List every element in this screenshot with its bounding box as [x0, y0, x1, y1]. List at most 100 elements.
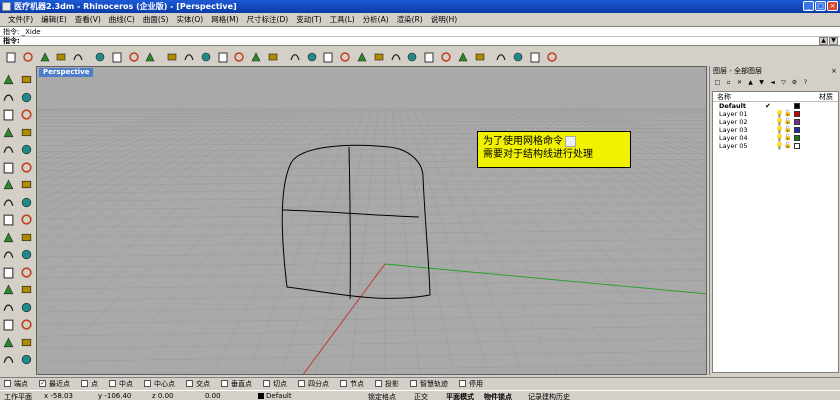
- menu-render[interactable]: 渲染(R): [393, 14, 427, 25]
- point-icon[interactable]: [18, 71, 35, 88]
- layer-visible-bulb-icon[interactable]: 💡: [775, 126, 784, 134]
- osnap-checkbox[interactable]: ✓: [39, 380, 46, 387]
- rectangle-icon[interactable]: [18, 124, 35, 141]
- maximize-button[interactable]: □: [815, 1, 826, 11]
- polygon-icon[interactable]: [0, 141, 17, 158]
- show-icon[interactable]: [337, 49, 353, 65]
- save-icon[interactable]: [37, 49, 53, 65]
- polyline-icon[interactable]: [0, 89, 17, 106]
- viewport-scene[interactable]: [37, 67, 707, 375]
- osnap-checkbox[interactable]: [144, 380, 151, 387]
- layer-lock-icon[interactable]: 🔓: [784, 126, 791, 134]
- status-ortho-toggle[interactable]: 正交: [414, 392, 428, 400]
- array-icon[interactable]: [18, 281, 35, 298]
- osnap-checkbox[interactable]: [4, 380, 11, 387]
- column-material[interactable]: 材质: [819, 92, 833, 102]
- layer-lock-icon[interactable]: 🔓: [784, 118, 791, 126]
- text-icon[interactable]: [0, 316, 17, 333]
- fillet-curve-icon[interactable]: [18, 141, 35, 158]
- layer-lock-icon[interactable]: 🔓: [784, 110, 791, 118]
- shade-icon[interactable]: [438, 49, 454, 65]
- osnap-option[interactable]: 停用: [459, 379, 483, 389]
- curve-icon[interactable]: [18, 89, 35, 106]
- rotate-3d-icon[interactable]: [18, 299, 35, 316]
- layer-name[interactable]: Default: [719, 102, 746, 110]
- pan-hand-icon[interactable]: [164, 49, 180, 65]
- sphere-icon[interactable]: [18, 194, 35, 211]
- layer-name[interactable]: Layer 02: [719, 118, 747, 126]
- rotate-view-icon[interactable]: [181, 49, 197, 65]
- render-sphere-icon[interactable]: [455, 49, 471, 65]
- move-out-icon[interactable]: ◄: [768, 78, 777, 87]
- osnap-checkbox[interactable]: [109, 380, 116, 387]
- rotate-icon[interactable]: [265, 49, 281, 65]
- layer-color-swatch[interactable]: [794, 127, 800, 133]
- scale-icon[interactable]: [18, 264, 35, 281]
- grid-icon[interactable]: [304, 49, 320, 65]
- network-surface-icon[interactable]: [18, 176, 35, 193]
- osnap-option[interactable]: ✓ 最近点: [39, 379, 70, 389]
- new-sublayer-icon[interactable]: ▫: [724, 78, 733, 87]
- camera-icon[interactable]: [18, 351, 35, 368]
- osnap-checkbox[interactable]: [186, 380, 193, 387]
- layer-color-swatch[interactable]: [794, 135, 800, 141]
- osnap-checkbox[interactable]: [263, 380, 270, 387]
- osnap-option[interactable]: 垂直点: [221, 379, 252, 389]
- cylinder-icon[interactable]: [0, 211, 17, 228]
- four-viewports-icon[interactable]: [287, 49, 303, 65]
- light-bulb-icon[interactable]: [371, 49, 387, 65]
- menu-tools[interactable]: 工具(L): [326, 14, 359, 25]
- layer-visible-bulb-icon[interactable]: 💡: [775, 110, 784, 118]
- gear-icon[interactable]: [510, 49, 526, 65]
- menu-analyze[interactable]: 分析(A): [359, 14, 393, 25]
- layer-visible-bulb-icon[interactable]: 💡: [775, 134, 784, 142]
- brush-icon[interactable]: [494, 49, 510, 65]
- extrude-icon[interactable]: [18, 159, 35, 176]
- menu-file[interactable]: 文件(F): [4, 14, 37, 25]
- layer-name[interactable]: Layer 03: [719, 126, 747, 134]
- osnap-option[interactable]: 端点: [4, 379, 28, 389]
- circle-icon[interactable]: [0, 106, 17, 123]
- import-icon[interactable]: [70, 49, 86, 65]
- layer-color-swatch[interactable]: [794, 143, 800, 149]
- zoom-extents-icon[interactable]: [231, 49, 247, 65]
- osnap-option[interactable]: 智慧轨迹: [410, 379, 448, 389]
- mesh-icon[interactable]: [0, 229, 17, 246]
- boolean-icon[interactable]: [18, 211, 35, 228]
- minimize-button[interactable]: _: [803, 1, 814, 11]
- layer-row[interactable]: Layer 01 💡 🔓: [713, 110, 838, 118]
- curve-from-objects-icon[interactable]: [0, 159, 17, 176]
- zoom-icon[interactable]: [198, 49, 214, 65]
- layer-name[interactable]: Layer 04: [719, 134, 747, 142]
- surface-icon[interactable]: [0, 176, 17, 193]
- menu-view[interactable]: 查看(V): [71, 14, 105, 25]
- osnap-checkbox[interactable]: [410, 380, 417, 387]
- open-folder-icon[interactable]: [20, 49, 36, 65]
- new-file-icon[interactable]: [3, 49, 19, 65]
- print-icon[interactable]: [53, 49, 69, 65]
- osnap-checkbox[interactable]: [340, 380, 347, 387]
- layer-color-swatch[interactable]: [794, 103, 800, 109]
- zoom-window-icon[interactable]: [215, 49, 231, 65]
- move-up-icon[interactable]: ▲: [746, 78, 755, 87]
- explode-icon[interactable]: [18, 229, 35, 246]
- osnap-option[interactable]: 四分点: [298, 379, 329, 389]
- osnap-checkbox[interactable]: [81, 380, 88, 387]
- status-osnap-toggle[interactable]: 物件锁点: [484, 392, 512, 400]
- close-button[interactable]: ×: [827, 1, 838, 11]
- ellipse-icon[interactable]: [0, 124, 17, 141]
- osnap-option[interactable]: 中点: [109, 379, 133, 389]
- move-down-icon[interactable]: ▼: [757, 78, 766, 87]
- dimension-icon[interactable]: [18, 316, 35, 333]
- arc-icon[interactable]: [18, 106, 35, 123]
- undo-icon[interactable]: [142, 49, 158, 65]
- move-icon[interactable]: [0, 281, 17, 298]
- menu-transform[interactable]: 变动(T): [292, 14, 325, 25]
- material-icon[interactable]: [421, 49, 437, 65]
- layer-row[interactable]: Default ✔: [713, 102, 838, 110]
- osnap-option[interactable]: 中心点: [144, 379, 175, 389]
- menu-edit[interactable]: 编辑(E): [37, 14, 71, 25]
- column-name[interactable]: 名称: [717, 92, 731, 102]
- layer-row[interactable]: Layer 02 💡 🔓: [713, 118, 838, 126]
- trim-icon[interactable]: [18, 246, 35, 263]
